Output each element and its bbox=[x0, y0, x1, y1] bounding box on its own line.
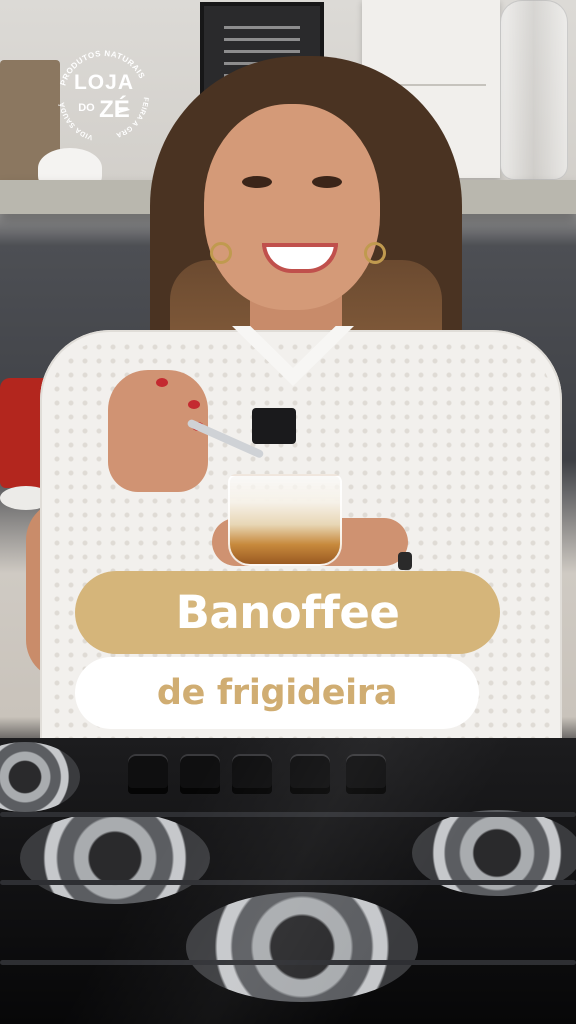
left-eye bbox=[242, 176, 272, 188]
right-eye bbox=[312, 176, 342, 188]
title-pill: Banoffee bbox=[75, 571, 500, 654]
lapel-microphone bbox=[252, 408, 296, 444]
logo-name-do: DO bbox=[78, 102, 95, 114]
face bbox=[204, 104, 380, 310]
logo-name-do-ze: DO ZÉ bbox=[52, 96, 156, 124]
loja-do-ze-logo: PRODUTOS NATURAIS FEIRA A GRANEL VIDA SA… bbox=[49, 39, 156, 148]
subtitle-pill: de frigideira bbox=[75, 657, 479, 729]
left-hand bbox=[108, 370, 208, 492]
recipe-subtitle: de frigideira bbox=[156, 673, 398, 713]
banoffee-dessert-cup bbox=[228, 474, 342, 566]
right-earring bbox=[364, 242, 386, 264]
logo-name-ze: ZÉ bbox=[99, 96, 130, 123]
video-frame: PRODUTOS NATURAIS FEIRA A GRANEL VIDA SA… bbox=[0, 0, 576, 1024]
recipe-title: Banoffee bbox=[175, 586, 400, 639]
glass-decanter bbox=[500, 0, 568, 180]
bracelet bbox=[398, 552, 412, 570]
logo-name-loja: LOJA bbox=[73, 71, 134, 94]
left-earring bbox=[210, 242, 232, 264]
